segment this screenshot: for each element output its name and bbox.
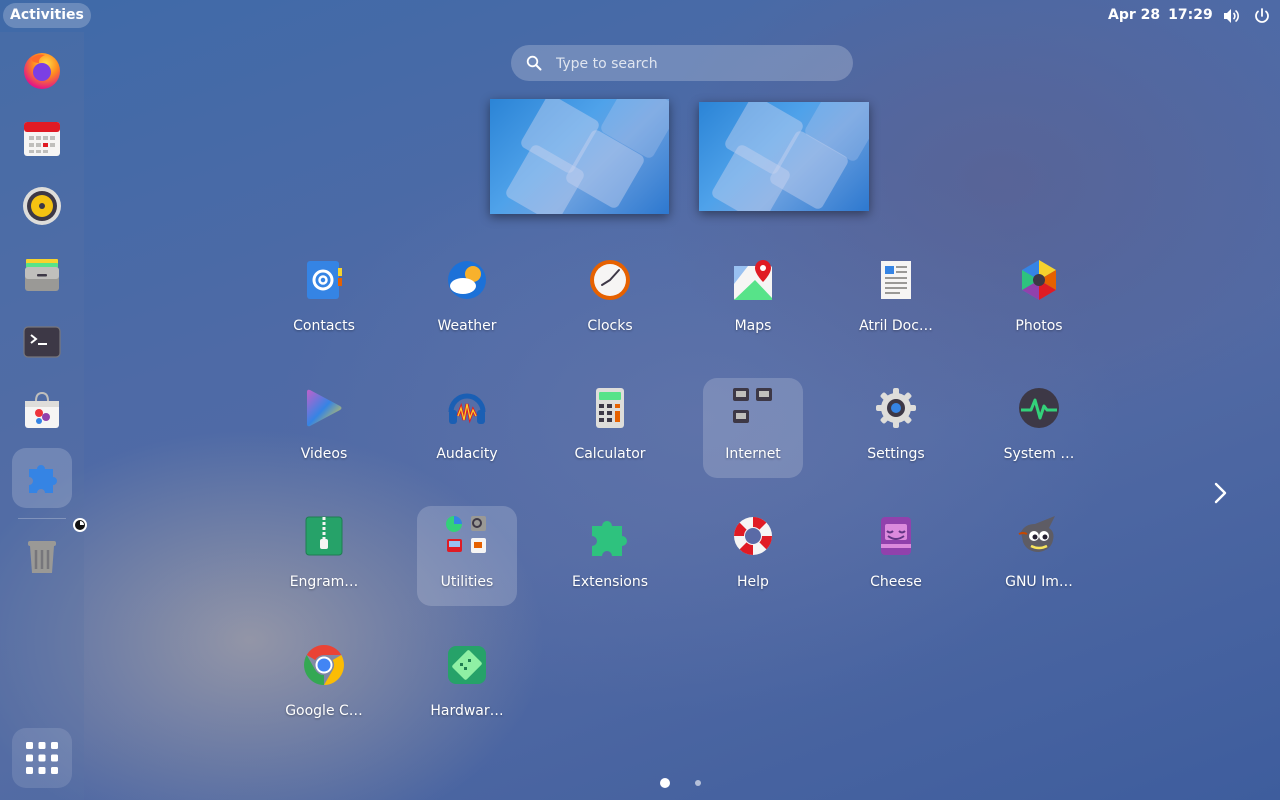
- activities-button[interactable]: Activities: [3, 3, 91, 28]
- app-google-chrome[interactable]: Google C…: [274, 635, 374, 735]
- app-atril[interactable]: Atril Doc…: [846, 250, 946, 350]
- hardware-icon: [448, 646, 486, 684]
- app-system-monitor[interactable]: System …: [989, 378, 1089, 478]
- dock-terminal[interactable]: [12, 312, 72, 372]
- app-cheese[interactable]: Cheese: [846, 506, 946, 606]
- videos-icon: [307, 389, 342, 427]
- app-weather[interactable]: Weather: [417, 250, 517, 350]
- app-label: Calculator: [574, 446, 646, 462]
- cursor-indicator-icon: [73, 518, 87, 532]
- speaker-icon: [23, 187, 61, 225]
- app-label: Internet: [725, 446, 781, 462]
- app-label: Settings: [867, 446, 925, 462]
- power-icon[interactable]: [1252, 6, 1272, 26]
- app-label: Photos: [1015, 318, 1063, 334]
- app-label: GNU Im…: [1005, 574, 1073, 590]
- app-label: Maps: [734, 318, 772, 334]
- date-label: Apr 28: [1108, 7, 1161, 23]
- app-label: System …: [1003, 446, 1075, 462]
- software-bag-icon: [25, 391, 59, 428]
- photos-icon: [1022, 260, 1056, 300]
- document-viewer-icon: [881, 261, 911, 299]
- dock-extensions[interactable]: [12, 448, 72, 508]
- time-label: 17:29: [1168, 7, 1213, 23]
- app-label: Contacts: [293, 318, 355, 334]
- app-label: Utilities: [440, 574, 494, 590]
- settings-gear-icon: [876, 388, 916, 428]
- clock-icon: [590, 260, 630, 300]
- app-help[interactable]: Help: [703, 506, 803, 606]
- folder-utilities-icon: [446, 516, 486, 553]
- system-monitor-icon: [1019, 388, 1059, 428]
- dock-files[interactable]: [12, 244, 72, 304]
- maps-icon: [734, 260, 772, 300]
- calculator-icon: [596, 388, 624, 428]
- gimp-icon: [1018, 516, 1055, 552]
- app-label: Engram…: [289, 574, 359, 590]
- app-gimp[interactable]: GNU Im…: [989, 506, 1089, 606]
- date-time-button[interactable]: Apr 28 17:29: [1108, 7, 1213, 23]
- dock-trash[interactable]: [12, 526, 72, 586]
- app-engrampa[interactable]: Engram…: [274, 506, 374, 606]
- search-bar[interactable]: [511, 45, 853, 83]
- volume-icon[interactable]: [1221, 6, 1241, 26]
- chrome-icon: [304, 645, 344, 685]
- trash-icon: [28, 541, 56, 573]
- workspace-thumbnail[interactable]: [490, 99, 669, 214]
- search-icon: [526, 55, 542, 71]
- app-label: Extensions: [571, 574, 649, 590]
- app-label: Hardwar…: [430, 703, 504, 719]
- app-contacts[interactable]: Contacts: [274, 250, 374, 350]
- top-bar: Activities Apr 28 17:29: [0, 0, 1280, 32]
- app-label: Cheese: [870, 574, 922, 590]
- folder-internet[interactable]: Internet: [703, 378, 803, 478]
- cheese-icon: [881, 517, 911, 555]
- terminal-icon: [23, 326, 61, 358]
- lifebuoy-icon: [734, 517, 772, 555]
- dock-software[interactable]: [12, 380, 72, 440]
- calendar-icon: [24, 122, 60, 156]
- search-input[interactable]: [554, 45, 838, 83]
- app-label: Audacity: [436, 446, 498, 462]
- app-label: Atril Doc…: [859, 318, 933, 334]
- page-indicator-1[interactable]: [660, 778, 670, 788]
- app-label: Videos: [300, 446, 348, 462]
- show-apps-button[interactable]: [12, 728, 72, 788]
- audacity-icon: [448, 393, 486, 424]
- app-maps[interactable]: Maps: [703, 250, 803, 350]
- app-videos[interactable]: Videos: [274, 378, 374, 478]
- firefox-icon: [24, 53, 60, 89]
- chevron-right-icon[interactable]: [1210, 478, 1230, 508]
- dock-firefox[interactable]: [12, 40, 72, 100]
- contacts-icon: [307, 261, 342, 299]
- dock-rhythmbox[interactable]: [12, 176, 72, 236]
- app-label: Weather: [437, 318, 497, 334]
- weather-icon: [448, 261, 486, 299]
- folder-utilities[interactable]: Utilities: [417, 506, 517, 606]
- folder-internet-icon: [733, 388, 772, 423]
- app-label: Help: [737, 574, 769, 590]
- page-indicator-2[interactable]: [695, 780, 701, 786]
- app-label: Google C…: [285, 703, 363, 719]
- app-audacity[interactable]: Audacity: [417, 378, 517, 478]
- puzzle-icon: [29, 465, 57, 493]
- workspace-thumbnail[interactable]: [699, 102, 869, 211]
- dock-separator: [18, 518, 66, 519]
- file-cabinet-icon: [25, 259, 59, 291]
- app-hardware[interactable]: Hardwar…: [417, 635, 517, 735]
- app-extensions[interactable]: Extensions: [560, 506, 660, 606]
- app-label: Clocks: [587, 318, 633, 334]
- app-grid-icon: [26, 742, 58, 774]
- app-photos[interactable]: Photos: [989, 250, 1089, 350]
- app-clocks[interactable]: Clocks: [560, 250, 660, 350]
- puzzle-icon: [592, 521, 627, 556]
- archive-icon: [305, 516, 343, 556]
- app-calculator[interactable]: Calculator: [560, 378, 660, 478]
- app-settings[interactable]: Settings: [846, 378, 946, 478]
- dock-calendar[interactable]: [12, 108, 72, 168]
- dash: [0, 32, 87, 800]
